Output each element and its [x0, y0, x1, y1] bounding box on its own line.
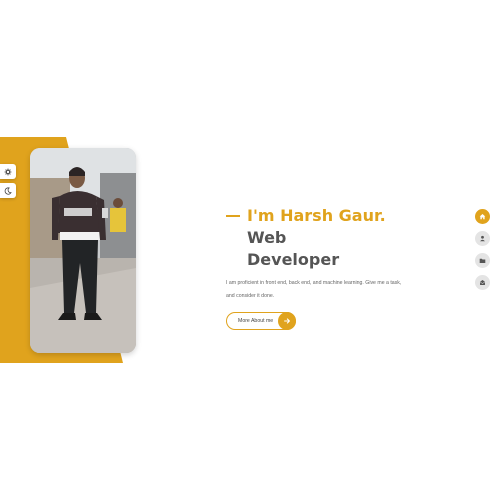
home-page: I'm Harsh Gaur. Web Developer I am profi… — [0, 0, 500, 500]
folder-icon — [479, 258, 486, 263]
hero-title: I'm Harsh Gaur. Web Developer — [226, 205, 426, 271]
gear-icon — [4, 168, 12, 175]
profile-photo — [30, 148, 136, 353]
contact-icon — [479, 280, 486, 285]
hero-description: I am proficient in front end, back end, … — [226, 277, 416, 302]
user-icon — [480, 235, 485, 242]
nav-portfolio[interactable] — [475, 253, 490, 268]
more-about-me-label: More About me — [238, 318, 274, 324]
theme-toggle-button[interactable] — [0, 183, 16, 198]
hero-description-line2: and consider it done. — [226, 292, 275, 299]
nav-about[interactable] — [475, 231, 490, 246]
title-accent-line — [226, 215, 240, 217]
moon-icon — [4, 186, 12, 195]
hero-role: Web — [247, 228, 287, 247]
home-icon — [479, 214, 486, 220]
settings-button[interactable] — [0, 164, 16, 179]
hero-name: I'm Harsh Gaur. — [247, 206, 386, 225]
nav-contact[interactable] — [475, 275, 490, 290]
more-about-me-button[interactable]: More About me — [226, 312, 296, 330]
nav-home[interactable] — [475, 209, 490, 224]
hero-role-line2: Developer — [247, 250, 340, 269]
hero-section: I'm Harsh Gaur. Web Developer I am profi… — [226, 205, 426, 330]
hero-description-line1: I am proficient in front end, back end, … — [226, 280, 402, 286]
right-nav — [475, 209, 491, 297]
side-tools — [0, 164, 16, 202]
arrow-right-icon — [278, 312, 296, 330]
